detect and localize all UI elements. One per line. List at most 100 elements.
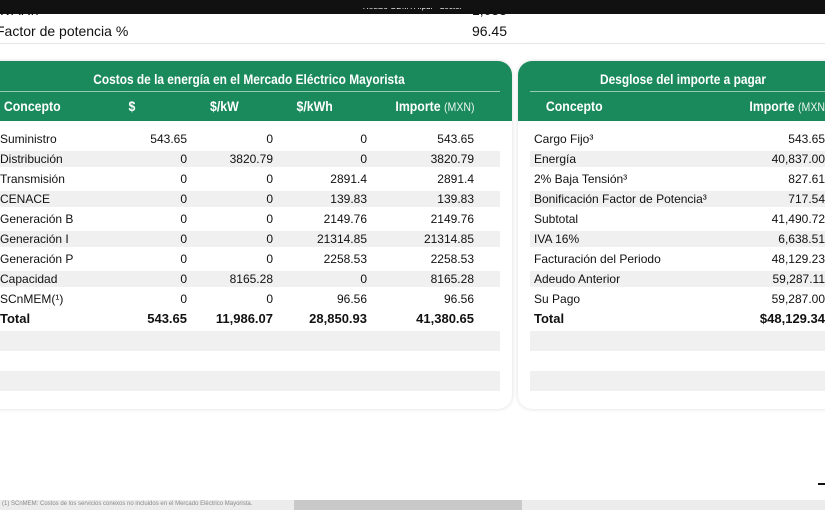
total-kwh: 28,850.93	[309, 311, 367, 326]
cell-kwh: 2149.76	[323, 212, 367, 226]
col-header-concepto: Concepto	[3, 98, 61, 114]
total-pesos: 543.65	[147, 311, 187, 326]
table-row: CENACE 0 0 139.83 139.83	[0, 189, 512, 209]
table-row: IVA 16% 6,638.51	[518, 229, 825, 249]
card-title: Costos de la energía en el Mercado Eléct…	[93, 71, 405, 87]
cell-pesos: 0	[180, 212, 187, 226]
cursor-marker	[818, 483, 825, 485]
cell-concepto: IVA 16%	[534, 232, 580, 246]
importe-label: Importe	[749, 98, 795, 114]
col-header-concepto: Concepto	[545, 98, 603, 114]
total-row: Total 543.65 11,986.07 28,850.93 41,380.65	[0, 309, 512, 329]
cell-concepto: Generación B	[0, 212, 74, 226]
total-concepto: Total	[0, 311, 31, 326]
importe-unit: (MXN)	[798, 100, 825, 114]
cell-importe: 2258.53	[430, 252, 474, 266]
cell-kwh: 2891.4	[330, 172, 367, 186]
divider	[0, 43, 825, 44]
payment-breakdown-card: Desglose del importe a pagar Concepto Im…	[518, 61, 825, 409]
table-row: Distribución 0 3820.79 0 3820.79	[0, 149, 512, 169]
cell-pesos: 0	[180, 192, 187, 206]
cell-importe: 717.54	[788, 192, 825, 206]
col-header-kwh: $/kWh	[296, 98, 333, 114]
empty-row	[530, 371, 825, 391]
total-importe: 41,380.65	[416, 311, 474, 326]
table-row: Capacidad 0 8165.28 0 8165.28	[0, 269, 512, 289]
cell-concepto: Facturación del Periodo	[534, 252, 661, 266]
footnote-strip: (1) SCnMEM: Costos de los servicios cone…	[0, 500, 825, 510]
cell-kw: 0	[266, 292, 273, 306]
cell-concepto: Energía	[534, 152, 577, 166]
text-selection-highlight	[294, 500, 522, 510]
col-header-pesos: $	[128, 98, 136, 114]
cell-importe: 3820.79	[430, 152, 474, 166]
total-importe: $48,129.34	[759, 311, 825, 326]
cell-kwh: 21314.85	[316, 232, 367, 246]
cell-importe: 48,129.23	[771, 252, 825, 266]
cell-importe: 59,287.00	[771, 292, 825, 306]
cell-kw: 0	[266, 232, 273, 246]
table-row: Su Pago 59,287.00	[518, 289, 825, 309]
table-row: Cargo Fijo³ 543.65	[518, 129, 825, 149]
table-row: Energía 40,837.00	[518, 149, 825, 169]
cell-concepto: Distribución	[0, 152, 63, 166]
cell-importe: 59,287.11	[772, 272, 825, 286]
cell-kw: 0	[266, 212, 273, 226]
empty-row	[530, 331, 825, 351]
cell-importe: 139.83	[437, 192, 474, 206]
cell-kw: 0	[266, 172, 273, 186]
cell-importe: 2149.76	[430, 212, 474, 226]
table-row: Generación B 0 0 2149.76 2149.76	[0, 209, 512, 229]
cell-concepto: Cargo Fijo³	[534, 132, 594, 146]
table-row: Adeudo Anterior 59,287.11	[518, 269, 825, 289]
table-row: Generación I 0 0 21314.85 21314.85	[0, 229, 512, 249]
cell-kw: 0	[266, 192, 273, 206]
card-header: Costos de la energía en el Mercado Eléct…	[0, 61, 512, 121]
empty-row	[0, 371, 500, 391]
cell-pesos: 0	[180, 172, 187, 186]
card-header: Desglose del importe a pagar Concepto Im…	[518, 61, 825, 121]
cell-importe: 827.61	[788, 172, 825, 186]
table-row: Suministro 543.65 0 0 543.65	[0, 129, 512, 149]
cell-concepto: Adeudo Anterior	[534, 272, 621, 286]
cell-concepto: SCnMEM(¹)	[0, 292, 64, 306]
cell-concepto: Su Pago	[534, 292, 581, 306]
cell-concepto: Capacidad	[0, 272, 58, 286]
table-row: Bonificación Factor de Potencia³ 717.54	[518, 189, 825, 209]
cell-concepto: Suministro	[0, 132, 57, 146]
col-header-importe: Importe (MXN)	[395, 98, 474, 114]
cell-kw: 3820.79	[229, 152, 273, 166]
wholesale-energy-costs-card: Costos de la energía en el Mercado Eléct…	[0, 61, 512, 409]
cell-concepto: Bonificación Factor de Potencia³	[534, 192, 707, 206]
card-title: Desglose del importe a pagar	[599, 71, 766, 87]
importe-label: Importe	[395, 98, 441, 114]
cell-kw: 8165.28	[229, 272, 273, 286]
window-title-bar-overlap	[0, 0, 825, 8]
power-factor-value: 96.45	[471, 23, 507, 39]
table-row: Subtotal 41,490.72	[518, 209, 825, 229]
total-row: Total $48,129.34	[518, 309, 825, 329]
cell-importe: 543.65	[788, 132, 825, 146]
total-kw: 11,986.07	[215, 311, 273, 326]
table-row: Transmisión 0 0 2891.4 2891.4	[0, 169, 512, 189]
cell-importe: 2891.4	[437, 172, 474, 186]
cell-concepto: CENACE	[0, 192, 51, 206]
power-factor-label: Factor de potencia %	[0, 23, 129, 39]
cell-kwh: 0	[360, 272, 367, 286]
cell-kwh: 2258.53	[323, 252, 367, 266]
cell-concepto: Transmisión	[0, 172, 65, 186]
total-concepto: Total	[534, 311, 565, 326]
header-rule	[0, 91, 500, 92]
footnote-text: (1) SCnMEM: Costos de los servicios cone…	[2, 501, 253, 507]
cell-concepto: Generación P	[0, 252, 74, 266]
cell-kw: 0	[266, 132, 273, 146]
cell-pesos: 0	[180, 232, 187, 246]
cell-pesos: 0	[180, 292, 187, 306]
table-row: Facturación del Periodo 48,129.23	[518, 249, 825, 269]
cell-importe: 41,490.72	[771, 212, 825, 226]
cell-kwh: 96.56	[336, 292, 367, 306]
cell-concepto: Subtotal	[534, 212, 579, 226]
cell-pesos: 0	[180, 252, 187, 266]
col-header-kw: $/kW	[209, 98, 239, 114]
empty-row	[0, 331, 500, 351]
